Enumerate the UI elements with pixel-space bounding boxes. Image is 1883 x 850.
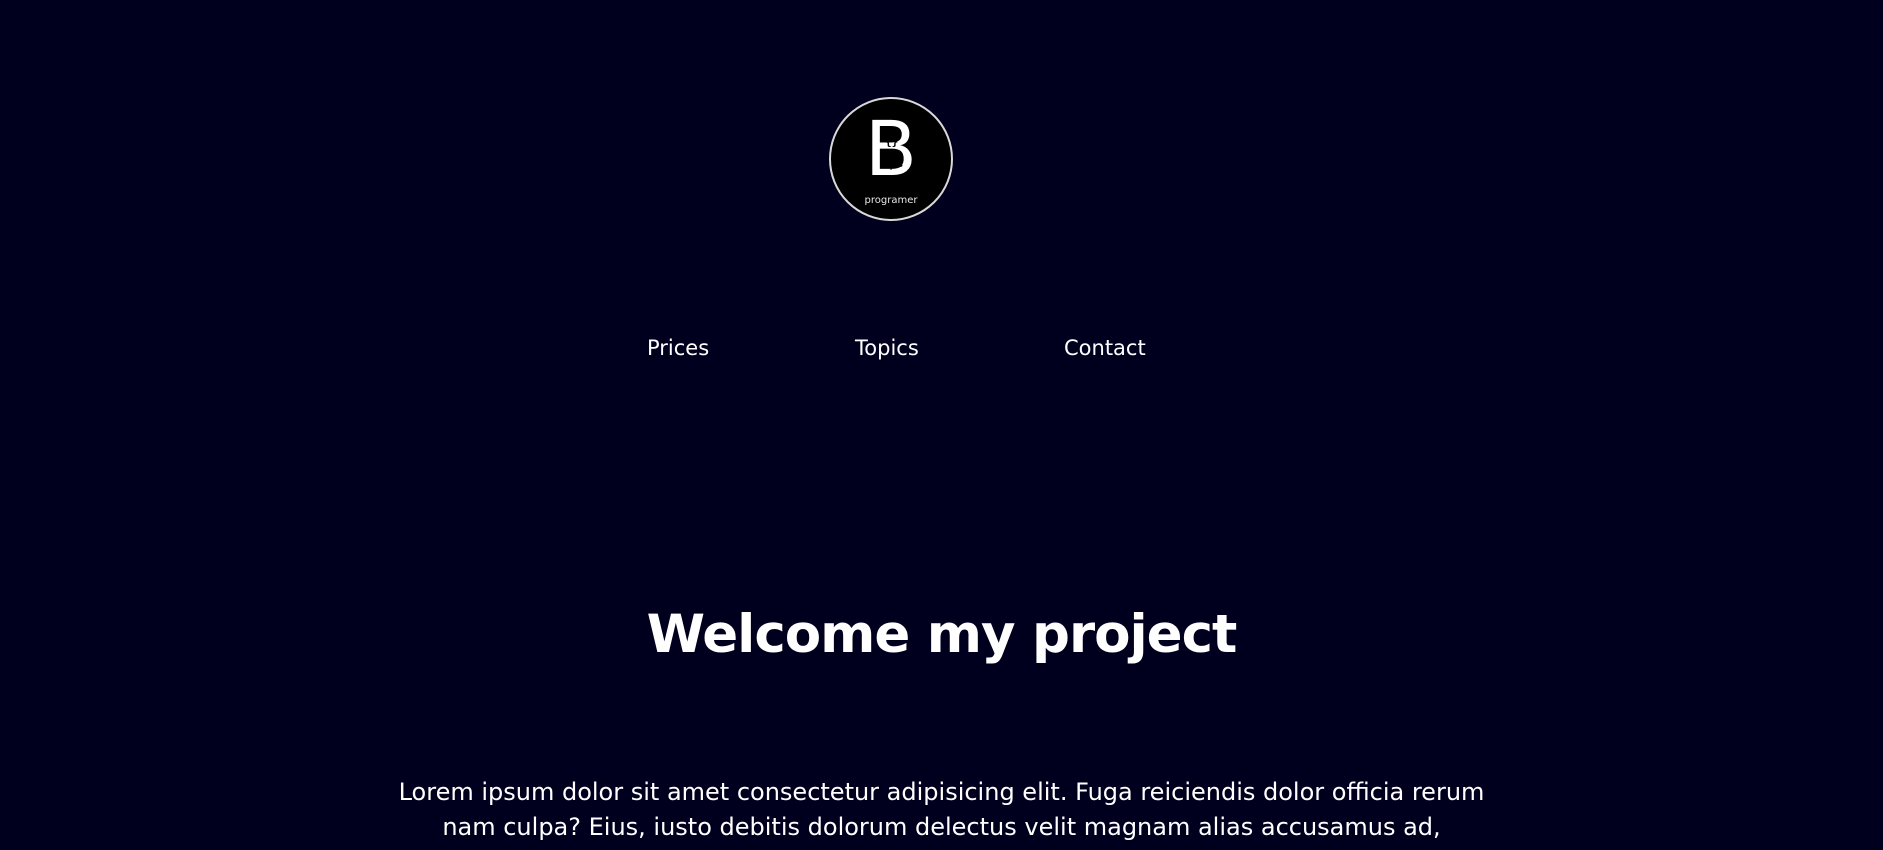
page-title: Welcome my project <box>646 604 1238 665</box>
logo-braces-mark: {} <box>885 135 899 148</box>
logo-letter: B <box>864 104 918 193</box>
page: B {} </> programer Prices Topics Contact… <box>0 0 1883 850</box>
logo[interactable]: B {} </> programer <box>829 97 953 221</box>
logo-code-mark: </> <box>883 159 903 172</box>
nav-link-topics[interactable]: Topics <box>855 333 919 363</box>
nav-link-contact[interactable]: Contact <box>1064 333 1146 363</box>
main-nav: Prices Topics Contact <box>0 333 1883 363</box>
nav-link-prices[interactable]: Prices <box>647 333 709 363</box>
logo-subtitle: programer <box>864 195 918 206</box>
intro-paragraph: Lorem ipsum dolor sit amet consectetur a… <box>398 778 1485 841</box>
